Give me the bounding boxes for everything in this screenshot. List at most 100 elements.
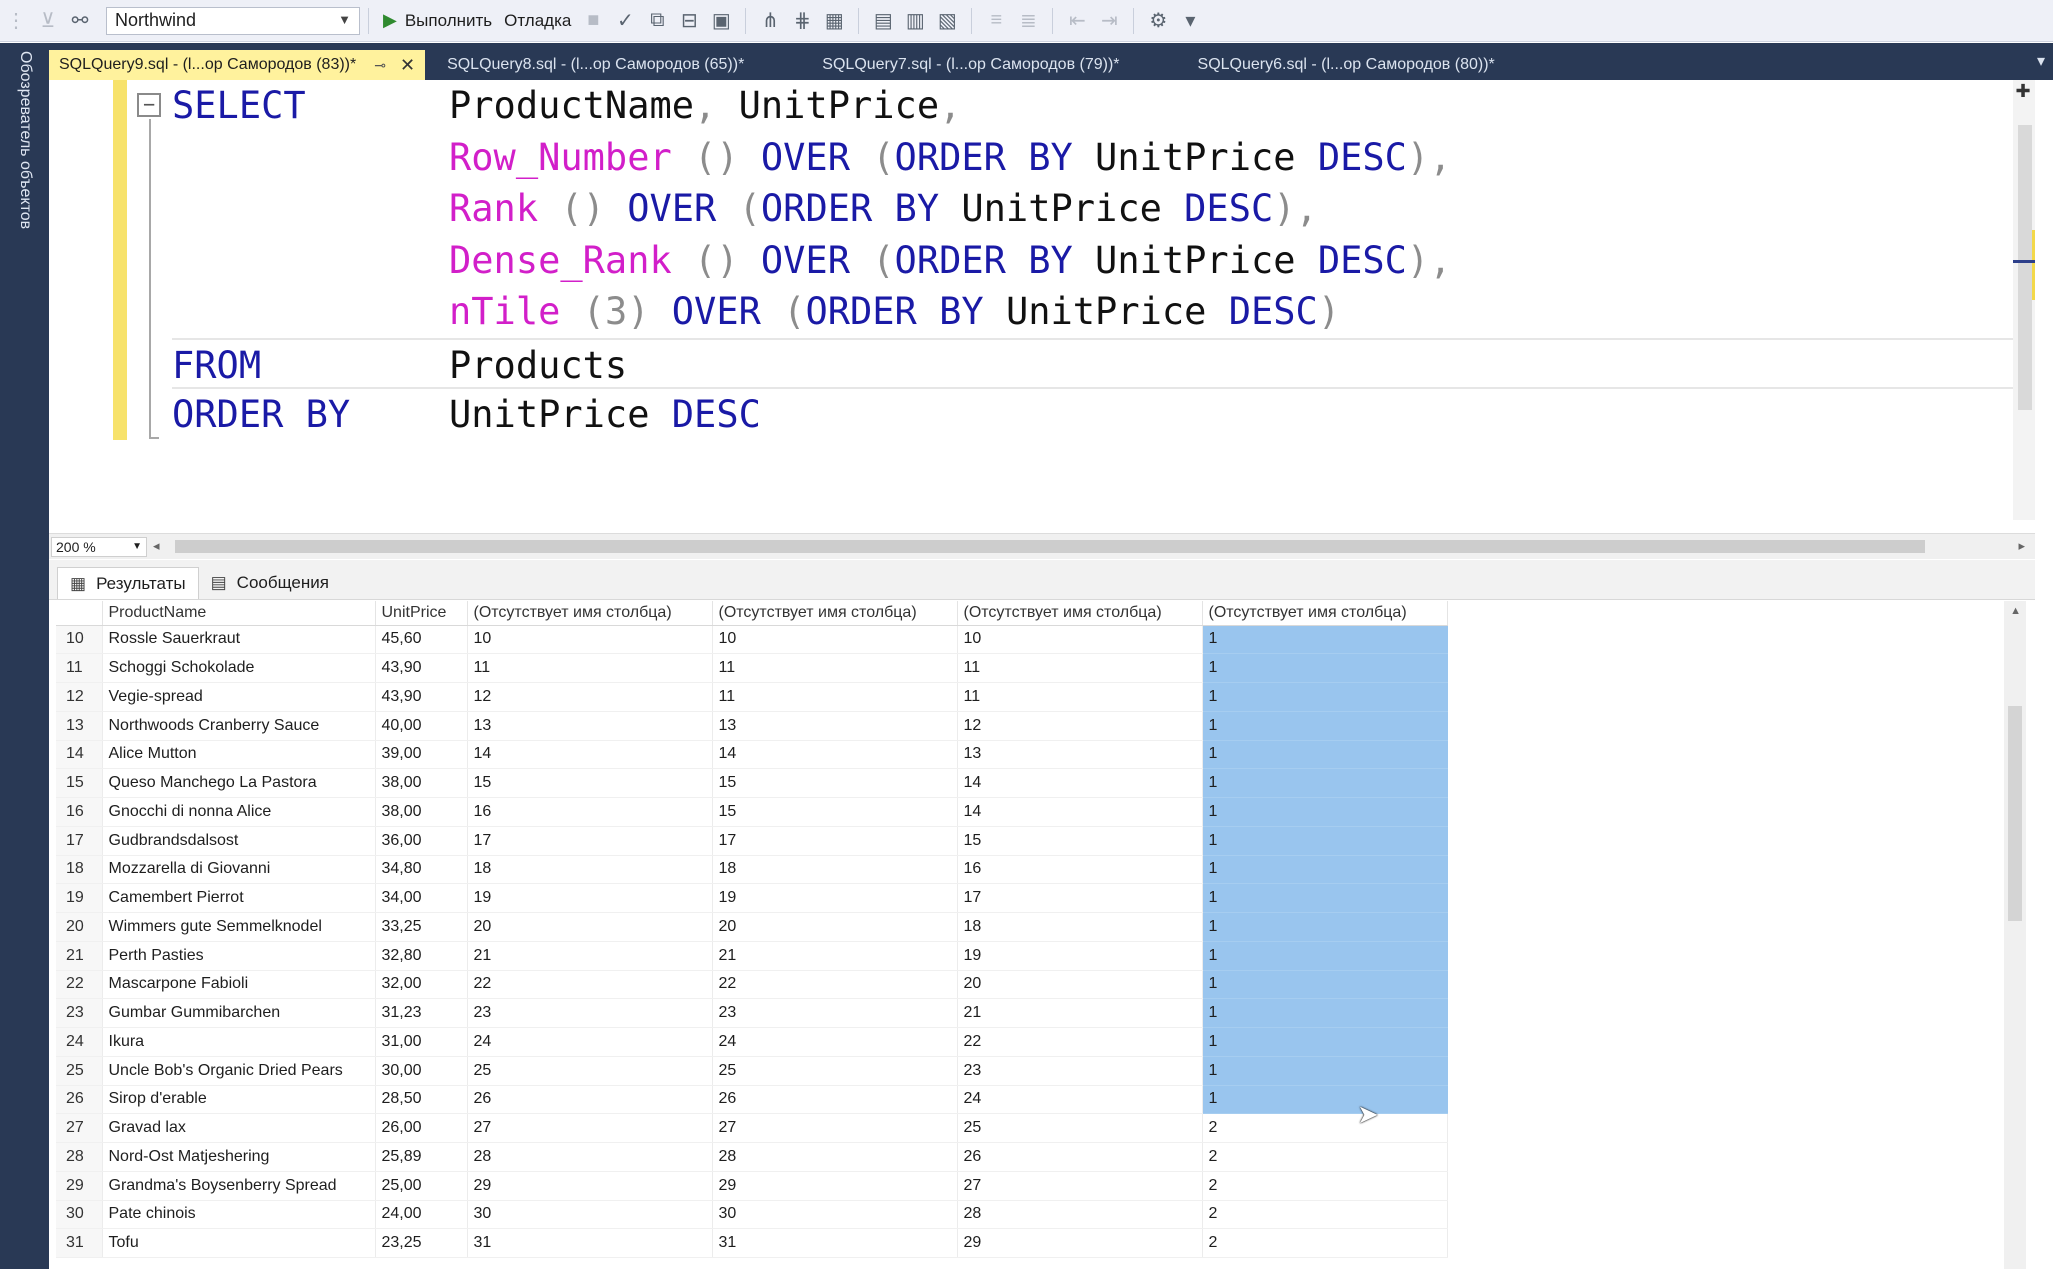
specify-template-icon[interactable]: ⚙ bbox=[1145, 8, 1171, 34]
code-line[interactable]: Row_Number () OVER (ORDER BY UnitPrice D… bbox=[172, 132, 2032, 184]
grid-cell[interactable]: 11 bbox=[957, 653, 1203, 683]
table-row[interactable]: 23 Gumbar Gummibarchen 31,23 23 23 21 1 bbox=[56, 998, 1448, 1028]
grid-cell[interactable]: 29 bbox=[467, 1171, 713, 1201]
grid-cell[interactable]: Gudbrandsdalsost bbox=[102, 826, 376, 856]
table-row[interactable]: 24 Ikura 31,00 24 24 22 1 bbox=[56, 1027, 1448, 1057]
grid-cell[interactable]: 20 bbox=[467, 912, 713, 942]
execute-button[interactable]: ▶ Выполнить bbox=[383, 10, 492, 31]
grid-cell[interactable]: 1 bbox=[1202, 682, 1448, 712]
grid-cell[interactable]: 30,00 bbox=[375, 1056, 468, 1086]
table-row[interactable]: 14 Alice Mutton 39,00 14 14 13 1 bbox=[56, 740, 1448, 770]
row-number-cell[interactable]: 19 bbox=[56, 883, 103, 913]
grid-cell[interactable]: 22 bbox=[957, 1027, 1203, 1057]
table-row[interactable]: 26 Sirop d'erable 28,50 26 26 24 1 bbox=[56, 1085, 1448, 1115]
grid-cell[interactable]: Gnocchi di nonna Alice bbox=[102, 797, 376, 827]
grid-cell[interactable]: Tofu bbox=[102, 1228, 376, 1258]
grid-cell[interactable]: 31,23 bbox=[375, 998, 468, 1028]
uncomment-icon[interactable]: ≣ bbox=[1015, 8, 1041, 34]
grid-cell[interactable]: 26,00 bbox=[375, 1113, 468, 1143]
grid-cell[interactable]: 18 bbox=[957, 912, 1203, 942]
row-number-header[interactable] bbox=[56, 601, 103, 626]
grid-cell[interactable]: 1 bbox=[1202, 826, 1448, 856]
grid-cell[interactable]: Sirop d'erable bbox=[102, 1085, 376, 1115]
database-select[interactable]: Northwind ▼ bbox=[106, 6, 360, 35]
row-number-cell[interactable]: 11 bbox=[56, 653, 103, 683]
grid-cell[interactable]: 11 bbox=[712, 682, 958, 712]
grid-cell[interactable]: 20 bbox=[957, 970, 1203, 1000]
row-number-cell[interactable]: 29 bbox=[56, 1171, 103, 1201]
grid-cell[interactable]: Alice Mutton bbox=[102, 740, 376, 770]
scroll-up-icon[interactable]: ▲ bbox=[2010, 605, 2021, 617]
grid-cell[interactable]: Grandma's Boysenberry Spread bbox=[102, 1171, 376, 1201]
grid-cell[interactable]: 13 bbox=[467, 711, 713, 741]
tab-sqlquery8[interactable]: SQLQuery8.sql - (l...op Самородов (65))* bbox=[437, 50, 754, 80]
editor-vertical-scrollbar[interactable]: ✚ bbox=[2013, 80, 2035, 520]
display-plan-icon[interactable]: ⧉ bbox=[644, 8, 670, 34]
grid-cell[interactable]: 24 bbox=[712, 1027, 958, 1057]
grid-cell[interactable]: 14 bbox=[712, 740, 958, 770]
grid-cell[interactable]: 27 bbox=[467, 1113, 713, 1143]
grid-cell[interactable]: 1 bbox=[1202, 768, 1448, 798]
grid-cell[interactable]: Rossle Sauerkraut bbox=[102, 625, 376, 655]
row-number-cell[interactable]: 28 bbox=[56, 1142, 103, 1172]
grid-cell[interactable]: 28 bbox=[712, 1142, 958, 1172]
grid-cell[interactable]: 21 bbox=[957, 998, 1203, 1028]
grid-cell[interactable]: 2 bbox=[1202, 1113, 1448, 1143]
row-number-cell[interactable]: 27 bbox=[56, 1113, 103, 1143]
editor-hscroll-thumb[interactable] bbox=[175, 540, 1925, 553]
grid-cell[interactable]: 18 bbox=[467, 855, 713, 885]
code-line[interactable]: ORDER BY UnitPrice DESC bbox=[172, 389, 2032, 441]
grid-cell[interactable]: Vegie-spread bbox=[102, 682, 376, 712]
row-number-cell[interactable]: 31 bbox=[56, 1228, 103, 1258]
grid-cell[interactable]: 29 bbox=[957, 1228, 1203, 1258]
grid-cell[interactable]: 25,89 bbox=[375, 1142, 468, 1172]
debug-button[interactable]: Отладка bbox=[504, 11, 571, 31]
column-header[interactable]: ProductName bbox=[102, 601, 376, 626]
grid-cell[interactable]: 25 bbox=[957, 1113, 1203, 1143]
grid-cell[interactable]: 24 bbox=[467, 1027, 713, 1057]
grid-cell[interactable]: 33,25 bbox=[375, 912, 468, 942]
grid-cell[interactable]: 16 bbox=[957, 855, 1203, 885]
grid-cell[interactable]: 1 bbox=[1202, 797, 1448, 827]
grid-cell[interactable]: 25,00 bbox=[375, 1171, 468, 1201]
close-icon[interactable]: ✕ bbox=[400, 55, 415, 76]
scroll-left-icon[interactable]: ◂ bbox=[153, 538, 160, 554]
grid-cell[interactable]: 2 bbox=[1202, 1171, 1448, 1201]
grid-cell[interactable]: 15 bbox=[467, 768, 713, 798]
table-row[interactable]: 15 Queso Manchego La Pastora 38,00 15 15 14 1 bbox=[56, 768, 1448, 798]
code-line[interactable]: SELECT ProductName, UnitPrice, bbox=[172, 80, 2032, 132]
grid-cell[interactable]: 13 bbox=[712, 711, 958, 741]
grid-cell[interactable]: 11 bbox=[957, 682, 1203, 712]
table-row[interactable]: 13 Northwoods Cranberry Sauce 40,00 13 13 12 1 bbox=[56, 711, 1448, 741]
column-header[interactable]: (Отсутствует имя столбца) bbox=[957, 601, 1203, 626]
grid-cell[interactable]: 28 bbox=[957, 1200, 1203, 1230]
grid-cell[interactable]: Pate chinois bbox=[102, 1200, 376, 1230]
grid-scroll-thumb[interactable] bbox=[2008, 706, 2022, 921]
table-row[interactable]: 31 Tofu 23,25 31 31 29 2 bbox=[56, 1228, 1448, 1258]
row-number-cell[interactable]: 22 bbox=[56, 970, 103, 1000]
row-number-cell[interactable]: 10 bbox=[56, 625, 103, 655]
grid-cell[interactable]: Queso Manchego La Pastora bbox=[102, 768, 376, 798]
table-row[interactable]: 25 Uncle Bob's Organic Dried Pears 30,00 25… bbox=[56, 1056, 1448, 1086]
editor-scroll-thumb[interactable] bbox=[2018, 125, 2032, 410]
grid-cell[interactable]: 1 bbox=[1202, 970, 1448, 1000]
comment-icon[interactable]: ≡ bbox=[983, 8, 1009, 34]
row-number-cell[interactable]: 20 bbox=[56, 912, 103, 942]
grid-cell[interactable]: 19 bbox=[467, 883, 713, 913]
connect-icon[interactable]: ⚯ bbox=[67, 8, 93, 34]
grid-cell[interactable]: 38,00 bbox=[375, 797, 468, 827]
grid-cell[interactable]: Mozzarella di Giovanni bbox=[102, 855, 376, 885]
table-row[interactable]: 10 Rossle Sauerkraut 45,60 10 10 10 1 bbox=[56, 625, 1448, 655]
toolbar-overflow-icon[interactable]: ▾ bbox=[1177, 8, 1203, 34]
tab-overflow-icon[interactable]: ▾ bbox=[2037, 51, 2045, 71]
grid-cell[interactable]: 34,00 bbox=[375, 883, 468, 913]
collapse-icon[interactable]: − bbox=[137, 93, 161, 117]
grid-cell[interactable]: 28 bbox=[467, 1142, 713, 1172]
column-header[interactable]: UnitPrice bbox=[375, 601, 468, 626]
row-number-cell[interactable]: 18 bbox=[56, 855, 103, 885]
grid-cell[interactable]: Wimmers gute Semmelknodel bbox=[102, 912, 376, 942]
row-number-cell[interactable]: 30 bbox=[56, 1200, 103, 1230]
grid-cell[interactable]: Schoggi Schokolade bbox=[102, 653, 376, 683]
grid-cell[interactable]: Camembert Pierrot bbox=[102, 883, 376, 913]
row-number-cell[interactable]: 16 bbox=[56, 797, 103, 827]
